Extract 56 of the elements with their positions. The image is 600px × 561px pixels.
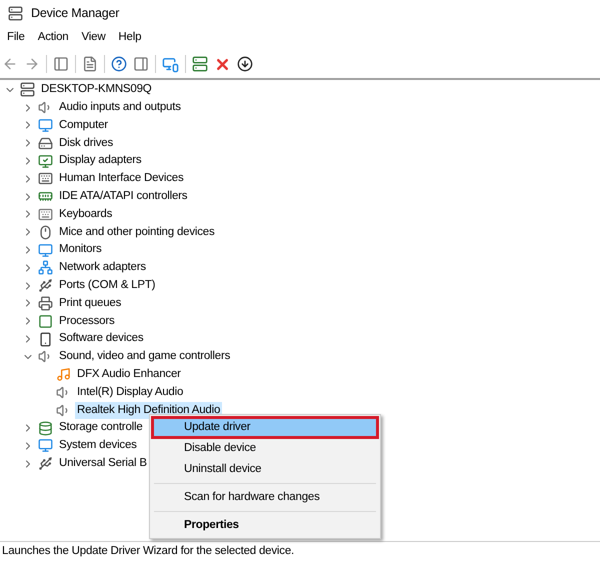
menu-option[interactable]: Disable device	[152, 438, 378, 459]
tree-item[interactable]: Human Interface Devices	[57, 170, 186, 188]
tree-item[interactable]: Software devices	[57, 330, 146, 348]
tree-item[interactable]: Intel(R) Display Audio	[75, 384, 186, 402]
tree-item[interactable]: DFX Audio Enhancer	[75, 366, 183, 384]
tree-item[interactable]: Sound, video and game controllers	[57, 348, 232, 366]
status-bar: Launches the Update Driver Wizard for the selected device.	[0, 541, 600, 561]
menu-item[interactable]: File	[2, 29, 30, 47]
mouse-icon	[38, 224, 53, 240]
tree-item[interactable]: Audio inputs and outputs	[57, 99, 183, 116]
window-title: Device Manager	[31, 4, 120, 22]
plug-icon	[38, 278, 53, 294]
tree-item[interactable]: IDE ATA/ATAPI controllers	[57, 188, 190, 206]
tree-item[interactable]: Disk drives	[57, 134, 116, 152]
tree-item[interactable]: DESKTOP-KMNS09Q	[39, 81, 154, 99]
menu-option[interactable]: Properties	[152, 515, 378, 536]
menu-option[interactable]: Uninstall device	[152, 459, 378, 480]
menu-item[interactable]: Action	[32, 29, 74, 47]
tree-item[interactable]: Storage controlle	[57, 419, 145, 437]
tree-item[interactable]: Display adapters	[57, 152, 144, 170]
menu-item[interactable]: Help	[113, 29, 146, 47]
network-icon	[38, 260, 53, 276]
tree-item[interactable]: Print queues	[57, 294, 124, 312]
device-icon	[38, 332, 53, 347]
tree-panel-icon[interactable]	[53, 56, 69, 72]
keyboard-icon	[38, 171, 53, 186]
monitor-icon	[38, 242, 53, 258]
storage-icon	[38, 420, 53, 436]
menu-option[interactable]: Scan for hardware changes	[152, 487, 378, 508]
tree-item[interactable]: System devices	[57, 437, 139, 454]
help-icon[interactable]	[111, 56, 127, 72]
tree-item[interactable]: Network adapters	[57, 259, 148, 276]
download-icon[interactable]	[237, 56, 253, 72]
properties-icon[interactable]	[82, 56, 98, 72]
scan-monitor-icon[interactable]	[162, 56, 179, 72]
tree-item[interactable]: Mice and other pointing devices	[57, 224, 217, 241]
display-icon	[38, 154, 53, 169]
printer-icon	[38, 296, 53, 311]
keyboard-icon	[38, 206, 53, 222]
forward-icon[interactable]	[24, 56, 40, 72]
monitor-icon	[38, 438, 53, 454]
plug-icon	[38, 456, 53, 472]
monitor-icon	[38, 118, 53, 133]
tree-item[interactable]: Universal Serial B	[57, 455, 149, 472]
tree-item[interactable]: Ports (COM & LPT)	[57, 277, 158, 294]
menu-item[interactable]: View	[76, 29, 110, 47]
tree-item[interactable]: Processors	[57, 312, 117, 330]
drive-icon	[38, 136, 53, 151]
tree-item[interactable]: Computer	[57, 116, 110, 134]
music-icon	[56, 367, 71, 382]
back-icon[interactable]	[2, 56, 18, 72]
app-icon	[8, 6, 23, 20]
action-panel-icon[interactable]	[133, 56, 149, 72]
menu-option[interactable]: Update driver	[152, 417, 378, 438]
tree-item[interactable]: Monitors	[57, 241, 104, 259]
tree-item[interactable]: Keyboards	[57, 206, 114, 224]
